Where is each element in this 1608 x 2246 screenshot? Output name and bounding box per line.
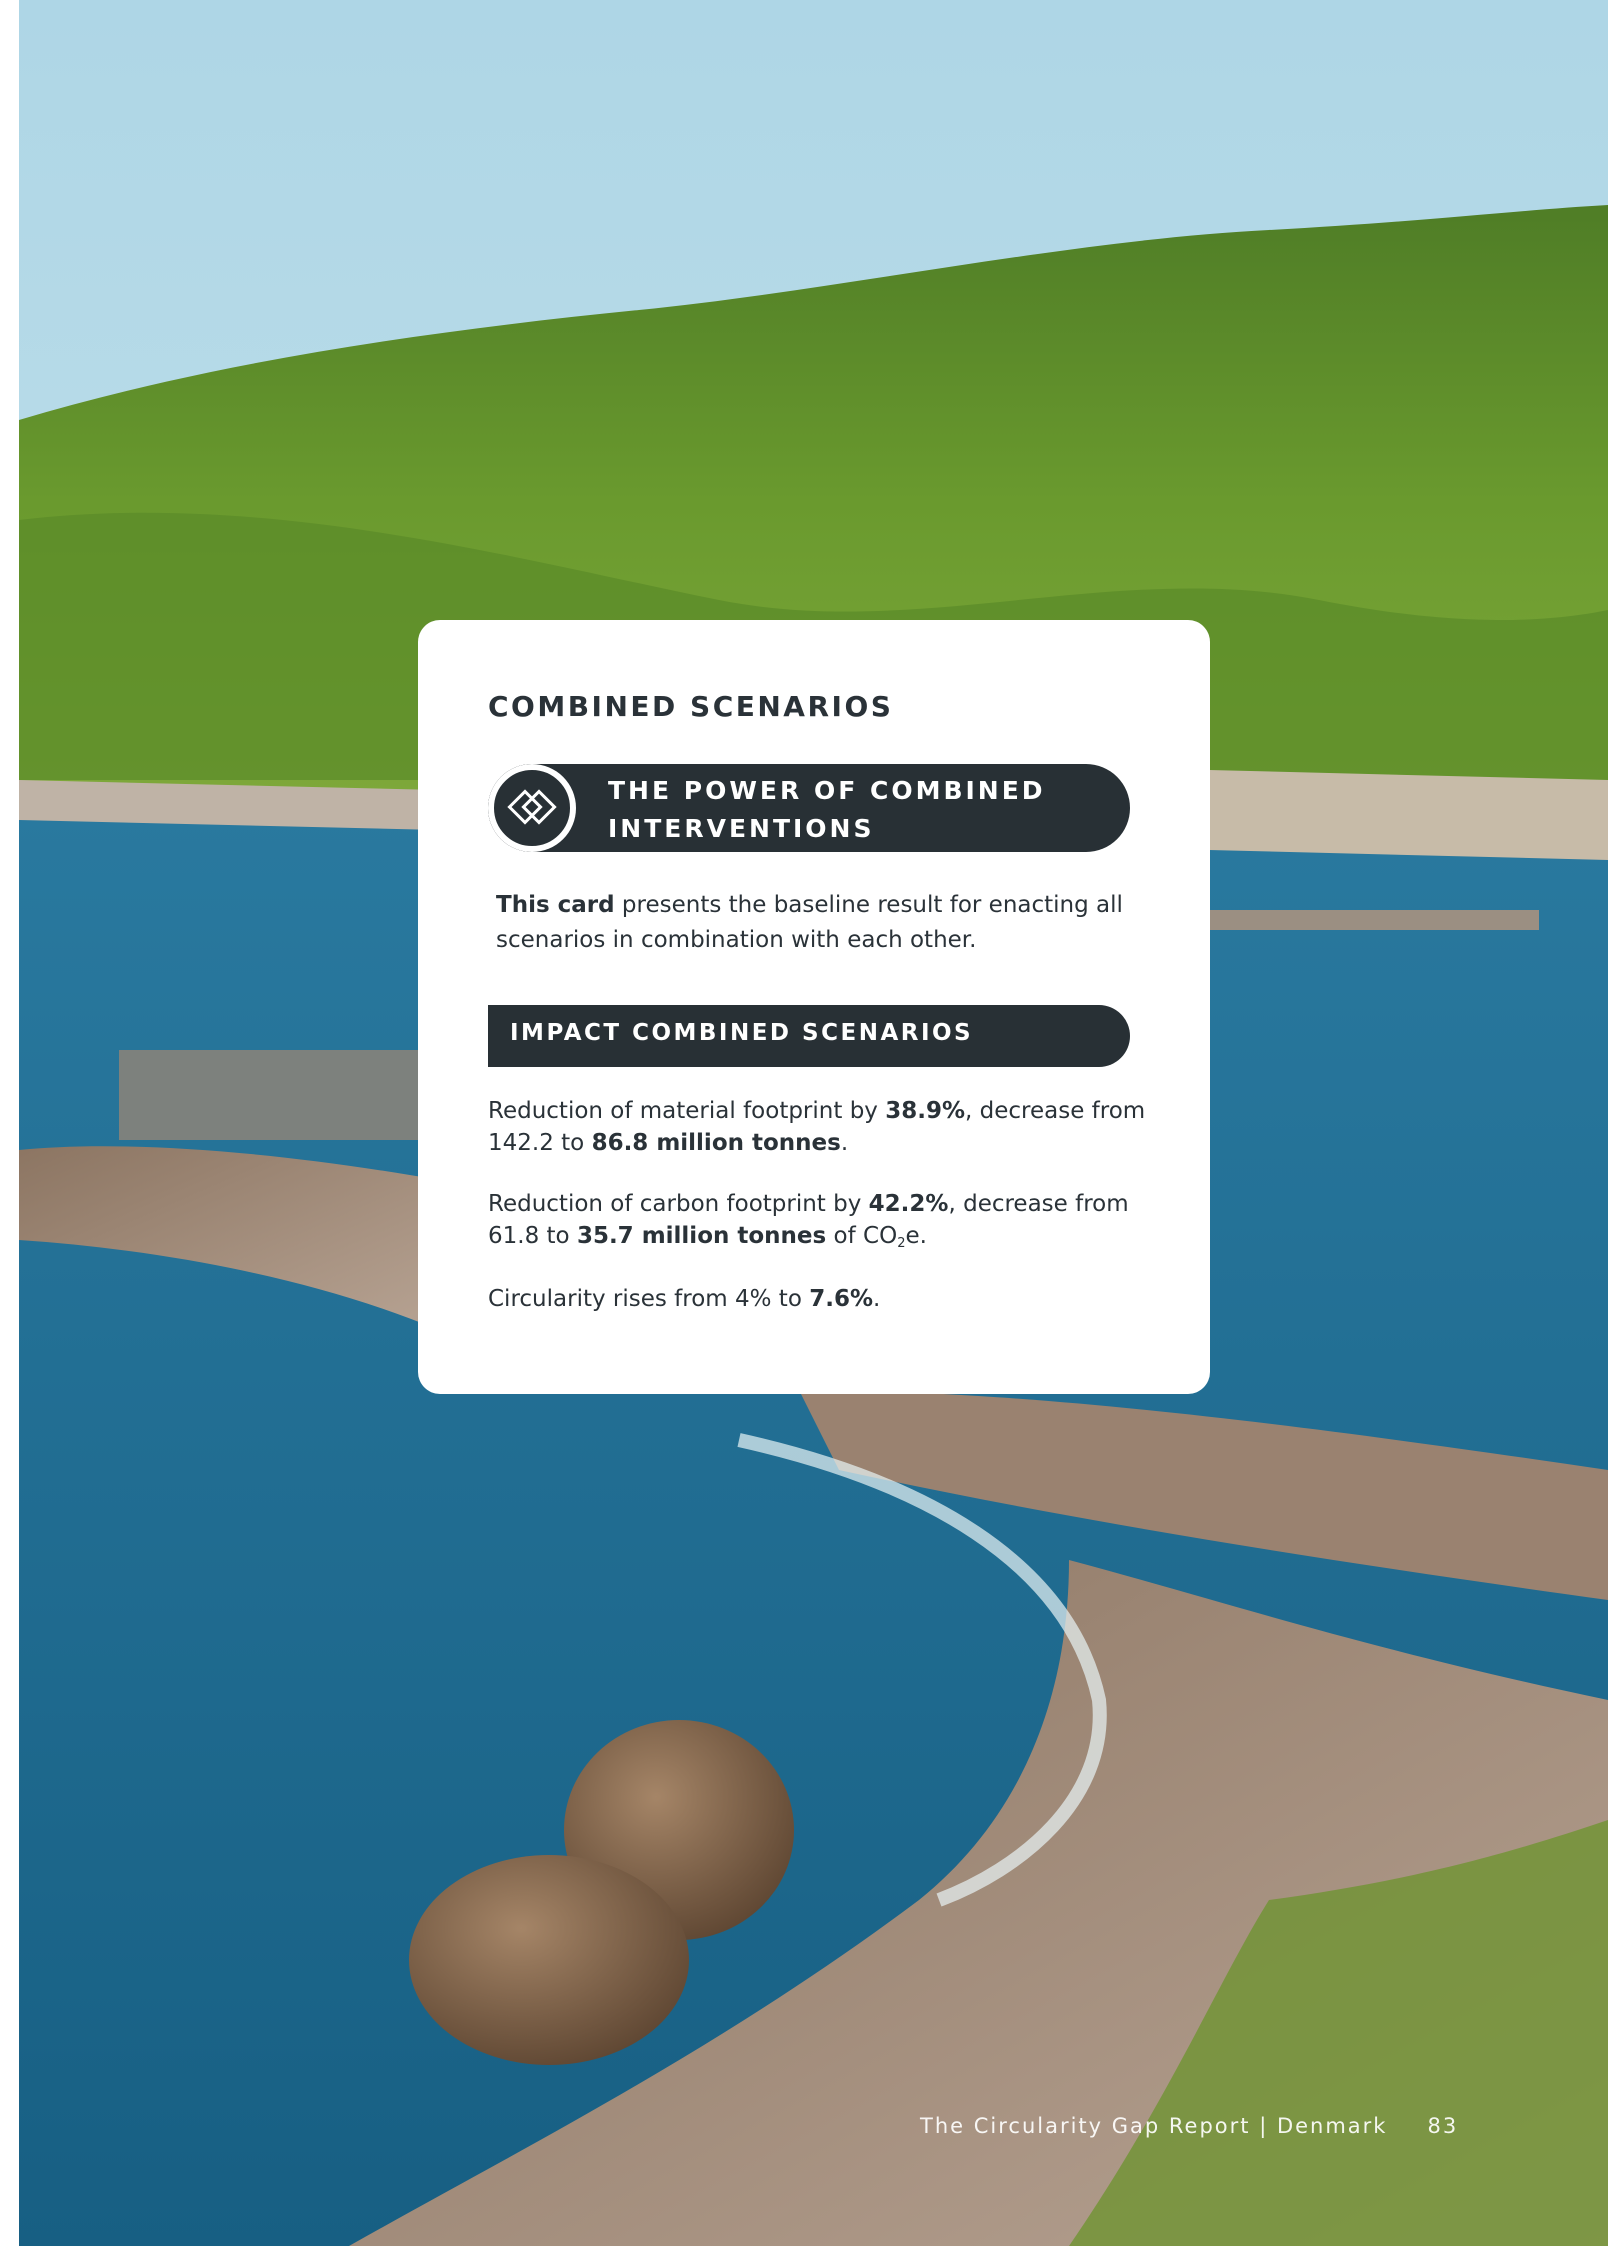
report-title: The Circularity Gap Report | Denmark <box>920 2114 1388 2138</box>
material-footprint-stat: Reduction of material footprint by 38.9%… <box>488 1095 1148 1159</box>
circularity-stat: Circularity rises from 4% to 7.6%. <box>488 1283 1148 1315</box>
carbon-footprint-stat: Reduction of carbon footprint by 42.2%, … <box>488 1188 1148 1260</box>
stat-value: 86.8 million tonnes <box>591 1130 841 1156</box>
stat-text: Reduction of material footprint by <box>488 1098 886 1124</box>
page-footer: The Circularity Gap Report | Denmark 83 <box>920 2114 1458 2138</box>
stat-text: . <box>840 1130 849 1156</box>
page-number: 83 <box>1427 2114 1459 2138</box>
stat-value: 42.2% <box>868 1191 949 1217</box>
stat-text: Circularity rises from 4% to <box>488 1286 810 1312</box>
card-title: COMBINED SCENARIOS <box>488 690 894 723</box>
stat-value: 35.7 million tonnes <box>576 1223 827 1249</box>
card-intro: This card presents the baseline result f… <box>496 888 1156 958</box>
pill-heading-line-1: THE POWER OF COMBINED <box>608 776 1046 805</box>
stat-value: 7.6% <box>809 1286 873 1312</box>
intervention-pill: THE POWER OF COMBINED INTERVENTIONS <box>488 764 1130 852</box>
pill-heading: THE POWER OF COMBINED INTERVENTIONS <box>608 772 1088 848</box>
report-page: COMBINED SCENARIOS THE POWER OF COMBINED… <box>0 0 1608 2246</box>
pill-heading-line-2: INTERVENTIONS <box>608 814 875 843</box>
impact-heading: IMPACT COMBINED SCENARIOS <box>510 1020 974 1046</box>
intro-bold: This card <box>496 892 615 918</box>
stat-value: 38.9% <box>885 1098 966 1124</box>
interlocking-diamonds-icon <box>488 764 576 852</box>
stat-text: . <box>873 1286 881 1312</box>
combined-scenarios-card: COMBINED SCENARIOS THE POWER OF COMBINED… <box>418 620 1210 1394</box>
stat-text: Reduction of carbon footprint by <box>488 1191 869 1217</box>
impact-heading-bar: IMPACT COMBINED SCENARIOS <box>488 1005 1130 1067</box>
stat-text: e. <box>905 1223 927 1249</box>
stat-text: of CO <box>826 1223 898 1249</box>
page-margin <box>0 0 19 2246</box>
